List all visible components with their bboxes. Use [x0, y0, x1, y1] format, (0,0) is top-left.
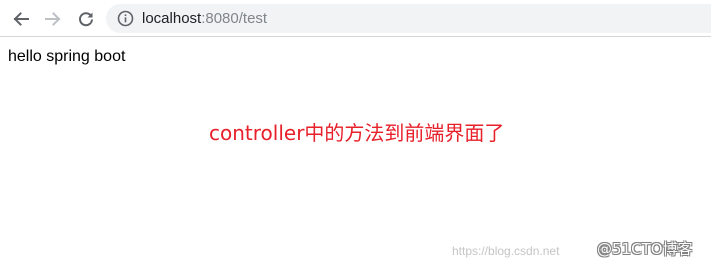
reload-button[interactable] [74, 7, 98, 31]
url-host: localhost [142, 10, 202, 27]
arrow-right-icon [45, 12, 61, 26]
address-bar[interactable]: localhost:8080/test [106, 4, 711, 33]
red-annotation-text: controller中的方法到前端界面了 [209, 121, 505, 145]
back-button[interactable] [9, 7, 33, 31]
csdn-watermark: https://blog.csdn.net [452, 244, 560, 258]
reload-icon [79, 12, 93, 27]
browser-toolbar: localhost:8080/test [0, 0, 711, 37]
51cto-watermark: @51CTO博客 [597, 240, 693, 258]
page-body-text: hello spring boot [8, 48, 126, 65]
url-text[interactable]: localhost:8080/test [142, 10, 267, 27]
forward-button[interactable] [41, 7, 65, 31]
info-circle-icon[interactable] [117, 10, 134, 27]
url-port-path: :8080/test [201, 10, 268, 27]
arrow-left-icon [13, 12, 29, 26]
